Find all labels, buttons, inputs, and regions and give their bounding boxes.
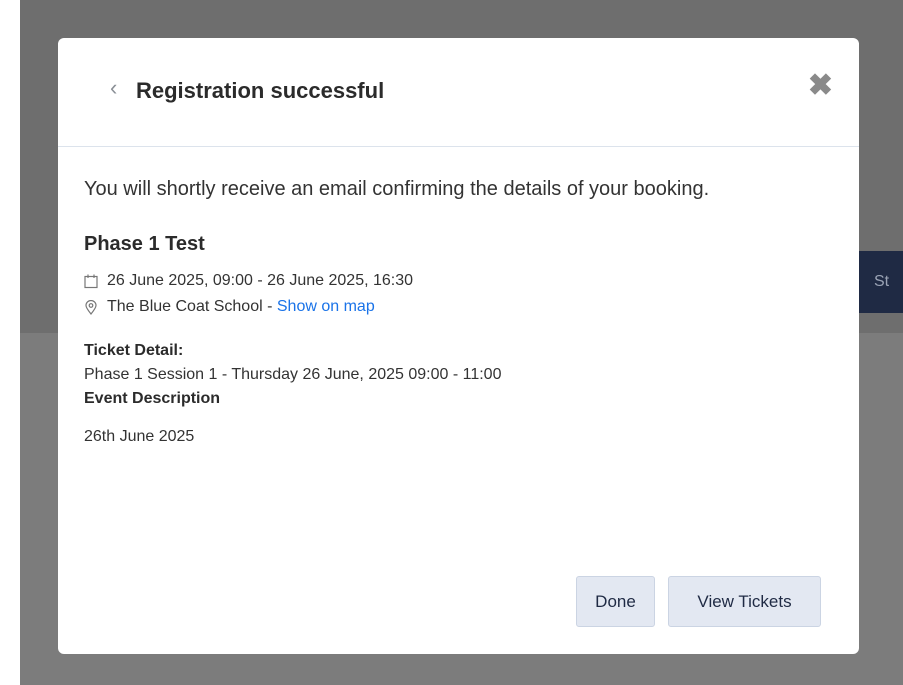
background-button-label: St [874,273,890,290]
done-button[interactable]: Done [576,576,655,627]
event-location-row: The Blue Coat School - Show on map [84,294,829,320]
ticket-detail: Phase 1 Session 1 - Thursday 26 June, 20… [84,366,502,383]
confirmation-message: You will shortly receive an email confir… [84,178,710,200]
modal-header: ‹ Registration successful ✖ [58,38,859,147]
event-location: The Blue Coat School - [107,298,277,315]
registration-modal: ‹ Registration successful ✖ You will sho… [58,38,859,654]
event-title: Phase 1 Test [84,233,205,255]
event-meta: 26 June 2025, 09:00 - 26 June 2025, 16:3… [84,268,829,320]
event-date-row: 26 June 2025, 09:00 - 26 June 2025, 16:3… [84,268,829,294]
event-date-range: 26 June 2025, 09:00 - 26 June 2025, 16:3… [107,272,414,289]
background-button: St [856,251,903,313]
close-icon[interactable]: ✖ [808,71,833,101]
ticket-detail-label: Ticket Detail: [84,342,184,359]
calendar-icon [84,274,98,288]
show-on-map-link[interactable]: Show on map [277,294,375,320]
modal-body: You will shortly receive an email confir… [84,174,829,446]
chevron-left-icon[interactable]: ‹ [110,77,117,99]
view-tickets-button[interactable]: View Tickets [668,576,821,627]
event-description-label: Event Description [84,390,221,407]
page-edge [0,0,20,685]
location-pin-icon [85,299,97,315]
event-description: 26th June 2025 [84,428,195,445]
modal-title: Registration successful [136,78,385,103]
